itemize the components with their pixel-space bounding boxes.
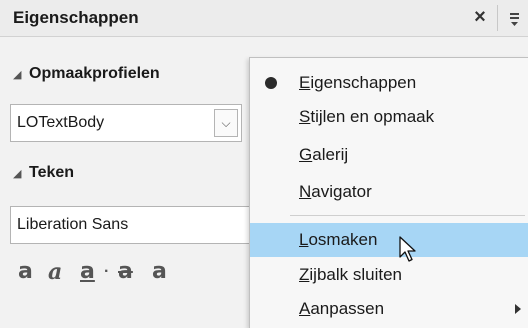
underline-icon[interactable]: a — [80, 257, 95, 287]
underline-dropdown-icon[interactable]: · — [104, 257, 109, 287]
menu-item-mnemonic: A — [299, 299, 311, 318]
section-character-label: Teken — [29, 164, 75, 181]
section-styles-label: Opmaakprofielen — [29, 65, 160, 82]
menu-item-mnemonic: E — [299, 73, 311, 92]
titlebar-separator — [497, 5, 498, 31]
menu-item-aanpassen[interactable]: Aanpassen — [250, 292, 528, 326]
sidebar-title: Eigenschappen — [13, 8, 139, 27]
font-name-field[interactable]: Liberation Sans — [10, 206, 260, 244]
mouse-cursor-icon — [399, 236, 416, 262]
section-character-header[interactable]: ◢ Teken — [13, 164, 74, 182]
menu-item-stijlen[interactable]: Stijlen en opmaak — [250, 100, 528, 134]
menu-item-mnemonic: G — [299, 145, 313, 164]
radio-bullet-icon — [265, 77, 277, 89]
menu-item-label: igenschappen — [310, 73, 417, 92]
menu-item-losmaken[interactable]: Losmaken — [250, 223, 528, 257]
submenu-arrow-icon — [515, 304, 521, 314]
menu-item-label: ijbalk sluiten — [309, 265, 402, 284]
bold-icon[interactable]: a — [18, 257, 33, 287]
menu-item-zijbalk-sluiten[interactable]: Zijbalk sluiten — [250, 258, 528, 292]
menu-item-mnemonic: S — [299, 107, 311, 126]
shadow-icon[interactable]: a — [152, 257, 167, 287]
collapse-triangle-icon: ◢ — [13, 69, 22, 81]
close-icon[interactable]: × — [468, 4, 492, 30]
font-name-value: Liberation Sans — [17, 216, 129, 233]
strikethrough-icon[interactable]: a — [118, 257, 133, 287]
section-styles-header[interactable]: ◢ Opmaakprofielen — [13, 65, 160, 83]
menu-separator — [290, 215, 525, 216]
menu-item-label: avigator — [311, 182, 372, 201]
italic-icon[interactable]: a — [48, 257, 62, 287]
paragraph-style-value: LOTextBody — [17, 114, 105, 131]
menu-item-navigator[interactable]: Navigator — [250, 175, 528, 209]
sidebar-titlebar: Eigenschappen × — [0, 0, 528, 37]
paragraph-style-combo[interactable]: LOTextBody ⌵ — [10, 104, 242, 142]
sidebar-context-menu: Eigenschappen Stijlen en opmaak Galerij … — [249, 57, 528, 328]
menu-item-label: osmaken — [308, 230, 378, 249]
menu-item-label: alerij — [312, 145, 349, 164]
menu-item-label: anpassen — [310, 299, 385, 318]
collapse-triangle-icon: ◢ — [13, 168, 22, 180]
menu-item-mnemonic: N — [299, 182, 312, 201]
menu-item-eigenschappen[interactable]: Eigenschappen — [250, 66, 528, 100]
sidebar-menu-icon[interactable] — [505, 8, 525, 28]
menu-item-galerij[interactable]: Galerij — [250, 138, 528, 172]
chevron-down-icon[interactable]: ⌵ — [214, 109, 238, 137]
menu-item-label: tijlen en opmaak — [310, 107, 435, 126]
menu-item-mnemonic: Z — [299, 265, 310, 284]
